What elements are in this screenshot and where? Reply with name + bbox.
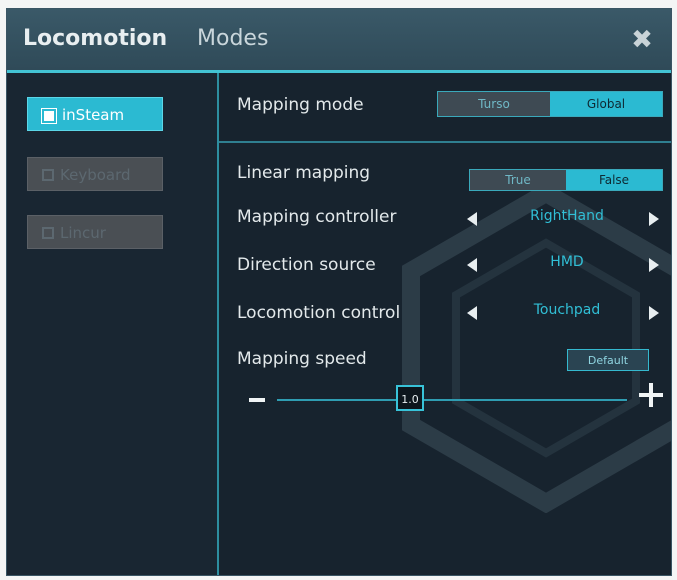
locomotion-control-label: Locomotion control [237, 303, 401, 323]
direction-source-prev-icon[interactable] [467, 258, 477, 272]
locomotion-control-next-icon[interactable] [649, 306, 659, 320]
plus-icon[interactable] [639, 383, 663, 407]
default-speed-button[interactable]: Default [567, 349, 649, 371]
mapping-controller-prev-icon[interactable] [467, 212, 477, 226]
linear-mapping-label: Linear mapping [237, 163, 371, 183]
direction-source-label: Direction source [237, 255, 376, 275]
sidebar-item-label: Keyboard [60, 166, 131, 184]
mapping-mode-toggle: Turso Global [437, 91, 663, 117]
mapping-mode-option-turso[interactable]: Turso [438, 92, 550, 116]
close-icon[interactable]: ✖ [627, 25, 657, 55]
locomotion-modes-window: Locomotion Modes ✖ inSteam Keyboard Linc… [6, 8, 672, 576]
linear-mapping-toggle: True False [469, 169, 663, 191]
linear-mapping-option-false[interactable]: False [566, 170, 662, 190]
checkbox-icon [44, 111, 54, 121]
mode-sidebar: inSteam Keyboard Lincur [7, 73, 219, 575]
checkbox-icon [42, 227, 54, 239]
title-bar: Locomotion Modes ✖ [7, 9, 671, 73]
mapping-speed-label: Mapping speed [237, 349, 367, 369]
mapping-mode-option-global[interactable]: Global [550, 92, 662, 116]
minus-icon[interactable] [249, 398, 265, 402]
window-subtitle: Modes [197, 26, 269, 51]
sidebar-item-label: inSteam [62, 106, 125, 124]
hexagon-watermark-icon [402, 183, 671, 513]
mapping-controller-value: RightHand [530, 208, 604, 224]
mapping-controller-next-icon[interactable] [649, 212, 659, 226]
locomotion-control-value: Touchpad [533, 302, 601, 318]
linear-mapping-option-true[interactable]: True [470, 170, 566, 190]
direction-source-value: HMD [550, 254, 584, 270]
sidebar-item-keyboard[interactable]: Keyboard [27, 157, 163, 191]
locomotion-control-prev-icon[interactable] [467, 306, 477, 320]
mapping-controller-label: Mapping controller [237, 207, 397, 227]
speed-slider-thumb[interactable]: 1.0 [396, 385, 424, 411]
speed-slider-track[interactable] [277, 399, 627, 401]
section-divider [219, 141, 671, 143]
settings-panel: Mapping mode Turso Global Linear mapping… [219, 73, 671, 575]
checkbox-icon [42, 169, 54, 181]
direction-source-next-icon[interactable] [649, 258, 659, 272]
window-title: Locomotion [23, 26, 168, 51]
sidebar-item-insteam[interactable]: inSteam [27, 97, 163, 131]
sidebar-item-lincur[interactable]: Lincur [27, 215, 163, 249]
sidebar-item-label: Lincur [60, 224, 106, 242]
mapping-mode-label: Mapping mode [237, 95, 364, 115]
